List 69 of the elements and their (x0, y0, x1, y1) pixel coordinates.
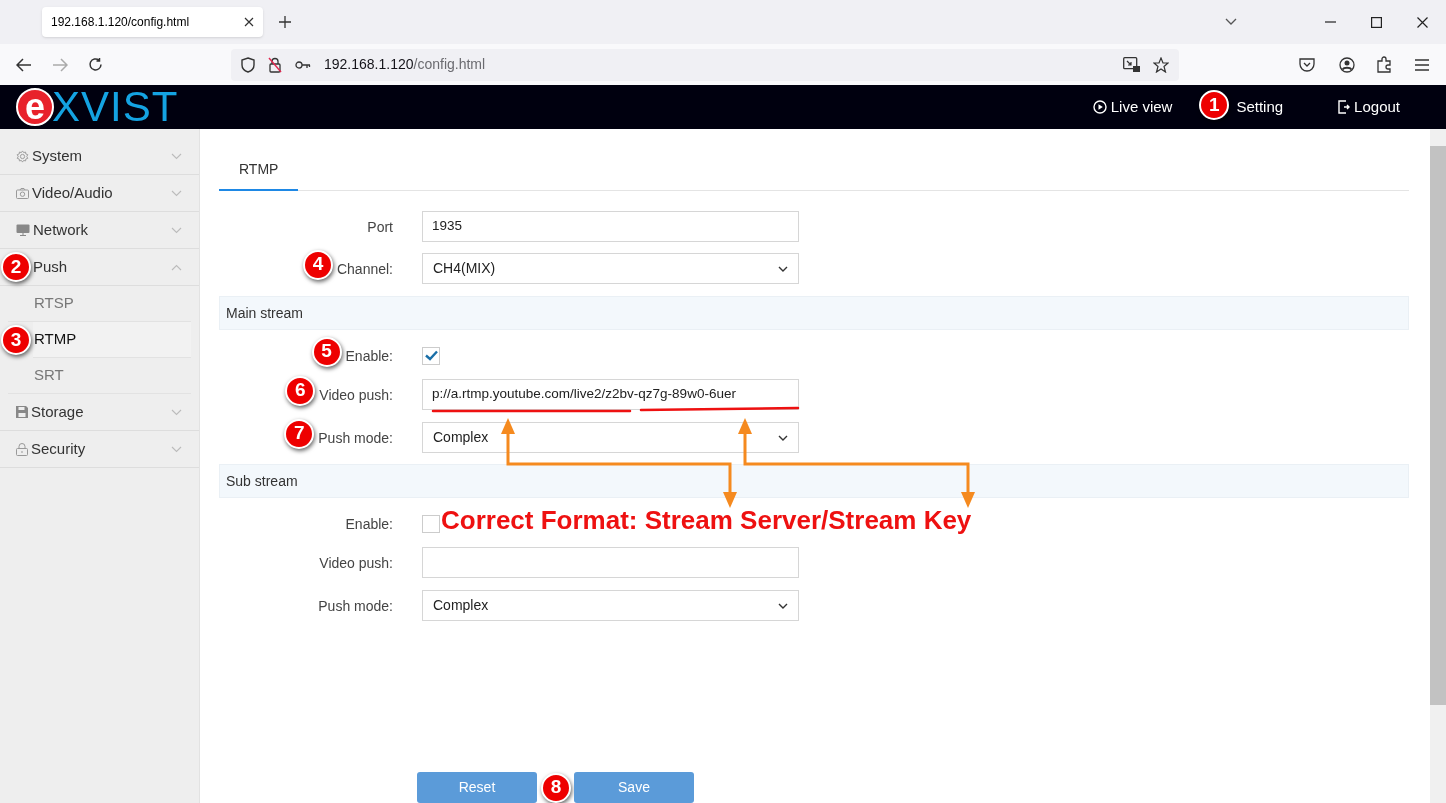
nav-link[interactable]: Live view (1092, 95, 1173, 119)
play-icon (1092, 100, 1107, 114)
close-icon[interactable] (1417, 16, 1428, 28)
annotation-caption: Correct Format: Stream Server/Stream Key (441, 505, 972, 535)
address-bar[interactable]: 192.168.1.120/config.html (231, 48, 1179, 81)
reload-icon[interactable] (88, 57, 103, 72)
section-header: Sub stream (219, 464, 1409, 498)
chevron-down-icon (778, 434, 788, 441)
chevron-down-icon (778, 602, 788, 609)
input-field[interactable] (422, 547, 799, 578)
step-number-badge: 2 (1, 252, 31, 282)
step-number-badge: 5 (311, 336, 342, 367)
tab[interactable]: RTMP (219, 149, 299, 191)
new-tab-icon[interactable] (279, 16, 291, 28)
back-arrow-icon[interactable] (16, 57, 32, 72)
sidebar-item[interactable]: Storage (0, 394, 199, 431)
field-label: Enable: (345, 515, 393, 532)
input-field[interactable]: 1935 (422, 211, 799, 242)
step-number-badge: 7 (284, 418, 315, 449)
step-number-badge: 8 (541, 772, 571, 803)
dropdown[interactable]: Complex (422, 422, 799, 453)
step-number-badge: 6 (285, 375, 316, 406)
dropdown[interactable]: Complex (422, 590, 799, 621)
crossed-lock-icon[interactable] (268, 56, 282, 73)
shield-icon[interactable] (241, 56, 255, 73)
section-header: Main stream (219, 296, 1409, 330)
sidebar-item[interactable]: Network (0, 212, 199, 249)
field-label: Video push: (319, 386, 393, 403)
step-number-badge: 1 (1199, 89, 1230, 120)
field-label: Push mode: (318, 429, 393, 446)
sidebar-item[interactable]: Security (0, 431, 199, 468)
menu-icon[interactable] (1415, 58, 1429, 71)
puzzle-piece-icon[interactable] (1377, 56, 1393, 73)
browser-tab[interactable]: 192.168.1.120/config.html (42, 7, 263, 37)
dropdown[interactable]: CH4(MIX) (422, 253, 799, 284)
sidebar-subitem[interactable]: RTMP (33, 322, 191, 358)
scrollbar[interactable] (1430, 129, 1446, 803)
camera-icon (16, 187, 29, 199)
close-icon[interactable] (244, 17, 254, 27)
field-label: Enable: (345, 347, 393, 364)
logo: e XVIST (16, 87, 179, 127)
picture-in-picture-icon[interactable] (1123, 57, 1140, 72)
maximize-icon[interactable] (1371, 16, 1382, 28)
chevron-down-icon[interactable] (1225, 18, 1237, 26)
field-label: Channel: (336, 260, 393, 277)
checkbox[interactable] (422, 514, 440, 533)
sidebar-item[interactable]: System (0, 138, 199, 175)
field-label: Video push: (319, 554, 393, 571)
lock-icon (16, 442, 28, 456)
checkbox[interactable] (422, 346, 440, 365)
key-icon[interactable] (295, 59, 311, 70)
nav-link[interactable]: Setting (1236, 95, 1284, 119)
step-number-badge: 4 (302, 249, 333, 280)
input-field[interactable]: p://a.rtmp.youtube.com/live2/z2bv-qz7g-89w0-6uer (422, 379, 799, 410)
field-label: Push mode: (318, 597, 393, 614)
sidebar-subitem[interactable]: SRT (8, 358, 191, 394)
step-number-badge: 3 (1, 325, 31, 355)
monitor-icon (16, 224, 30, 236)
chevron-down-icon (778, 265, 788, 272)
scrollbar-thumb[interactable] (1430, 146, 1446, 705)
sidebar-item[interactable]: Video/Audio (0, 175, 199, 212)
pocket-icon[interactable] (1299, 57, 1315, 72)
tab-title[interactable]: 192.168.1.120/config.html (51, 13, 244, 31)
account-icon[interactable] (1339, 56, 1355, 73)
logout-icon (1338, 100, 1351, 114)
gear-icon (16, 149, 29, 163)
field-label: Port (367, 218, 393, 235)
star-icon[interactable] (1153, 56, 1169, 73)
nav-link[interactable]: Logout (1338, 95, 1400, 119)
